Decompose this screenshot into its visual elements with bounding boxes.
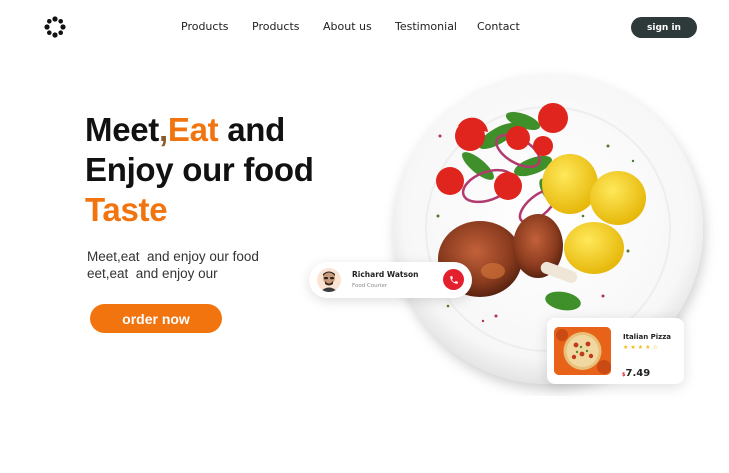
hero-headline: Meet,Eat and Enjoy our food Taste	[85, 110, 314, 230]
main-nav: Products Products About us Testimonial C…	[0, 20, 729, 36]
headline-word-eat: Eat	[167, 111, 219, 148]
headline-comma: ,	[159, 111, 168, 148]
subtext-line-1: Meet,eat and enjoy our food	[87, 249, 259, 264]
pizza-card[interactable]: Italian Pizza ★★★★☆ $7.49	[547, 318, 684, 384]
headline-line-3: Taste	[85, 191, 168, 228]
avatar	[317, 268, 341, 292]
pizza-price: $7.49	[622, 361, 650, 380]
headline-line-2: Enjoy our food	[85, 151, 314, 188]
nav-about-us[interactable]: About us	[323, 20, 372, 33]
nav-contact[interactable]: Contact	[477, 20, 520, 33]
headline-line-1: Meet,Eat and	[85, 110, 314, 150]
subtext-line-2: eet,eat and enjoy our	[87, 266, 218, 281]
hero-subtext: Meet,eat and enjoy our food eet,eat and …	[87, 248, 259, 282]
phone-icon	[449, 275, 458, 284]
courier-card: Richard Watson Food Courier	[309, 262, 472, 298]
nav-products-2[interactable]: Products	[252, 20, 300, 33]
courier-role: Food Courier	[352, 283, 388, 289]
order-now-button[interactable]: order now	[90, 304, 222, 333]
headline-word-and: and	[218, 111, 285, 148]
nav-products[interactable]: Products	[181, 20, 229, 33]
courier-name: Richard Watson	[352, 270, 419, 279]
rating-stars: ★★★★☆	[623, 344, 660, 351]
call-button[interactable]	[443, 269, 464, 290]
price-amount: 7.49	[625, 368, 651, 379]
pizza-image	[554, 327, 611, 375]
headline-word-meet: Meet	[85, 111, 159, 148]
nav-testimonial[interactable]: Testimonial	[395, 20, 457, 33]
sign-in-button[interactable]: sign in	[631, 17, 697, 38]
pizza-title: Italian Pizza	[623, 333, 672, 341]
